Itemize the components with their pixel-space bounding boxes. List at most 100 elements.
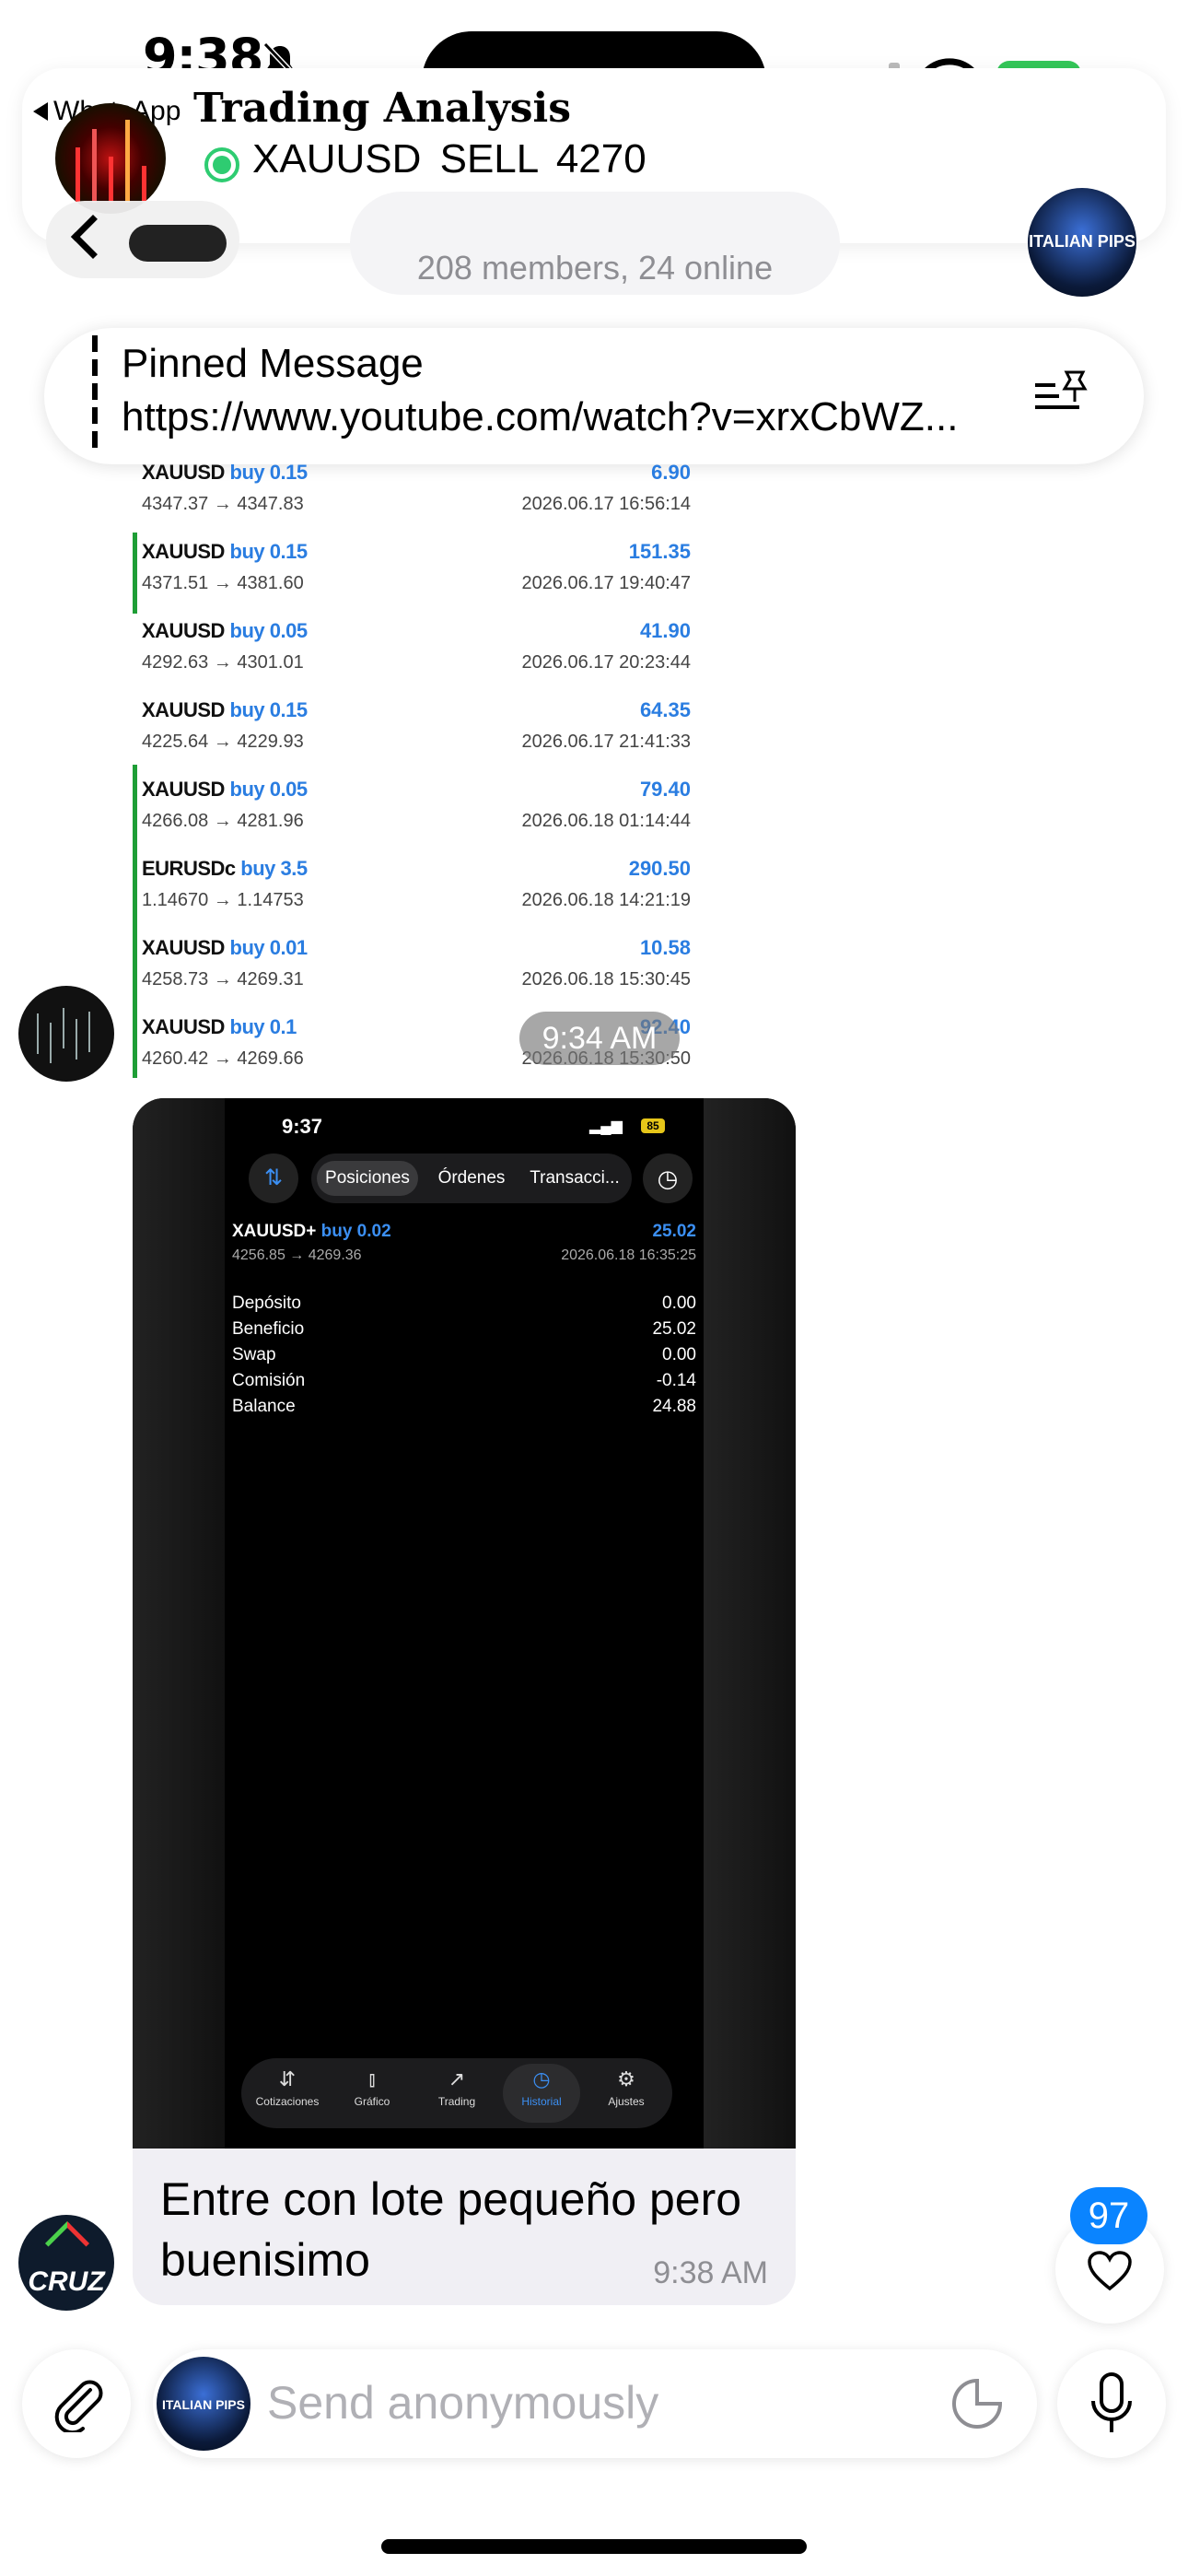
trade-profit: 6.90 (651, 461, 691, 484)
trade-row: EURUSDc buy 3.5 1.14670 → 1.14753 290.50 20… (142, 857, 691, 936)
trade-symbol: XAUUSD buy 0.05 (142, 778, 308, 801)
trade-date: 2026.06.17 21:41:33 (521, 732, 691, 752)
microphone-icon (1091, 2372, 1132, 2432)
trade-prices: 4225.64 → 4229.93 (142, 732, 304, 752)
ss-tab: Posiciones (317, 1161, 418, 1196)
ss-detail-row: Comisión -0.14 (232, 1371, 696, 1390)
ss-detail-row: Beneficio 25.02 (232, 1319, 696, 1339)
message-input[interactable] (267, 2373, 893, 2432)
screenshot-image[interactable]: 9:37 ▂▄▆ 85 ⇅ Posiciones Órdenes Transac… (133, 1098, 796, 2149)
trade-date: 2026.06.18 01:14:44 (521, 811, 691, 831)
chevron-left-icon (70, 214, 116, 260)
send-as-avatar[interactable]: ITALIAN PIPS (157, 2357, 250, 2451)
trade-profit: 10.58 (639, 936, 691, 959)
trade-symbol: XAUUSD buy 0.15 (142, 461, 308, 484)
trade-prices: 4347.37 → 4347.83 (142, 494, 304, 514)
history-icon: ◷ (532, 2067, 551, 2090)
ss-detail-row: Balance 24.88 (232, 1397, 696, 1416)
pinned-message-bar[interactable]: Pinned Message https://www.youtube.com/w… (44, 328, 1144, 464)
ss-nav-history: ◷ Historial (503, 2064, 580, 2123)
ss-tabs: Posiciones Órdenes Transacci... (311, 1153, 632, 1203)
reaction-count-badge: 97 (1070, 2187, 1147, 2244)
trade-row: XAUUSD buy 0.15 4347.37 → 4347.83 6.90 2026… (142, 461, 691, 540)
trade-prices: 4371.51 → 4381.60 (142, 573, 304, 593)
ss-trade-profit: 25.02 (652, 1222, 696, 1241)
avatar-label: CRUZ (28, 2266, 105, 2297)
trade-date: 2026.06.17 20:23:44 (521, 652, 691, 673)
trade-date: 2026.06.17 16:56:14 (521, 494, 691, 514)
live-indicator-dot (204, 147, 239, 182)
ss-detail-row: Swap 0.00 (232, 1345, 696, 1364)
ss-bottom-nav: ⇵ Cotizaciones ⫾ Gráfico ↗ Trading ◷ Histori… (241, 2058, 672, 2128)
microphone-button[interactable] (1057, 2349, 1166, 2458)
trend-icon: ↗ (448, 2067, 466, 2090)
paperclip-icon (54, 2380, 103, 2432)
trade-profit: 79.40 (639, 778, 691, 801)
sender-avatar-cruz[interactable]: CRUZ (18, 2215, 114, 2311)
ss-trade-date: 2026.06.18 16:35:25 (561, 1247, 696, 1263)
back-button[interactable] (46, 201, 239, 278)
group-avatar[interactable]: ITALIAN PIPS (1028, 188, 1136, 297)
trade-date: 2026.06.17 19:40:47 (521, 573, 691, 593)
trade-date: 2026.06.18 15:30:45 (521, 969, 691, 989)
message-bubble[interactable]: Entre con lote pequeño pero buenisimo 9:… (133, 2149, 796, 2305)
settings-icon: ⚙ (617, 2067, 635, 2090)
trade-prices: 4266.08 → 4281.96 (142, 811, 304, 831)
trade-profit: 151.35 (628, 540, 691, 563)
mt5-screenshot: 9:37 ▂▄▆ 85 ⇅ Posiciones Órdenes Transac… (225, 1098, 704, 2149)
message-input-bar[interactable]: ITALIAN PIPS (153, 2349, 1037, 2458)
trade-symbol: XAUUSD buy 0.05 (142, 619, 308, 642)
live-activity-title: Trading Analysis (193, 85, 571, 132)
ss-tab: Transacci... (530, 1168, 620, 1188)
live-activity-text: XAUUSD SELL 4270 (252, 136, 646, 181)
home-indicator (381, 2539, 807, 2554)
trade-symbol: XAUUSD buy 0.15 (142, 540, 308, 563)
attach-button[interactable] (22, 2349, 131, 2458)
message-time: 9:34 AM (519, 1012, 680, 1065)
trade-row: XAUUSD buy 0.01 4258.73 → 4269.31 10.58 202… (142, 936, 691, 1015)
ss-nav-quotes: ⇵ Cotizaciones (249, 2064, 326, 2123)
ss-nav-trading: ↗ Trading (418, 2064, 495, 2123)
trade-symbol: XAUUSD buy 0.01 (142, 936, 308, 959)
clock-icon: ◷ (643, 1153, 693, 1203)
group-avatar-text: ITALIAN PIPS (1029, 232, 1136, 251)
back-triangle-icon (33, 102, 48, 121)
member-count: 208 members, 24 online (416, 249, 774, 287)
trade-symbol: EURUSDc buy 3.5 (142, 857, 308, 880)
trade-symbol: XAUUSD buy 0.15 (142, 698, 308, 721)
trade-prices: 1.14670 → 1.14753 (142, 890, 304, 910)
trade-prices: 4258.73 → 4269.31 (142, 969, 304, 989)
trade-profit: 41.90 (639, 619, 691, 642)
trade-row: XAUUSD buy 0.15 4225.64 → 4229.93 64.35 202… (142, 698, 691, 778)
trade-profit: 290.50 (628, 857, 691, 880)
live-activity-avatar (55, 103, 166, 214)
chat-header-info[interactable]: 208 members, 24 online (350, 192, 840, 295)
ss-detail-row: Depósito 0.00 (232, 1294, 696, 1313)
candles-icon: ⫾ (368, 2067, 376, 2090)
send-as-avatar-text: ITALIAN PIPS (162, 2397, 245, 2412)
ss-signal-icon: ▂▄▆ (589, 1118, 623, 1134)
sender-avatar[interactable] (18, 986, 114, 1082)
sort-icon: ⇅ (249, 1153, 298, 1203)
ss-trade-prices: 4256.85 → 4269.36 (232, 1247, 362, 1263)
pinned-list-icon[interactable] (1031, 369, 1090, 418)
ss-time: 9:37 (282, 1115, 323, 1138)
ss-tab: Órdenes (437, 1168, 506, 1188)
trade-date: 2026.06.18 14:21:19 (521, 890, 691, 910)
trade-prices: 4292.63 → 4301.01 (142, 652, 304, 673)
pinned-title: Pinned Message (122, 341, 424, 386)
quotes-icon: ⇵ (278, 2067, 297, 2090)
message-time: 9:38 AM (653, 2255, 768, 2290)
pinned-text: https://www.youtube.com/watch?v=xrxCbWZ.… (122, 394, 959, 439)
ss-nav-chart: ⫾ Gráfico (333, 2064, 411, 2123)
heart-icon (1088, 2251, 1132, 2291)
sticker-icon[interactable] (950, 2377, 1004, 2430)
trade-row: XAUUSD buy 0.05 4266.08 → 4281.96 79.40 202… (142, 778, 691, 857)
trade-prices: 4260.42 → 4269.66 (142, 1048, 304, 1069)
ss-nav-settings: ⚙ Ajustes (588, 2064, 665, 2123)
ss-battery: 85 (641, 1118, 665, 1133)
arrow-logo-icon (44, 2220, 90, 2266)
unread-count-pill (129, 225, 227, 262)
trades-history-image[interactable]: XAUUSD buy 0.15 4347.37 → 4347.83 6.90 2026… (129, 461, 700, 1087)
trade-profit: 64.35 (639, 698, 691, 721)
